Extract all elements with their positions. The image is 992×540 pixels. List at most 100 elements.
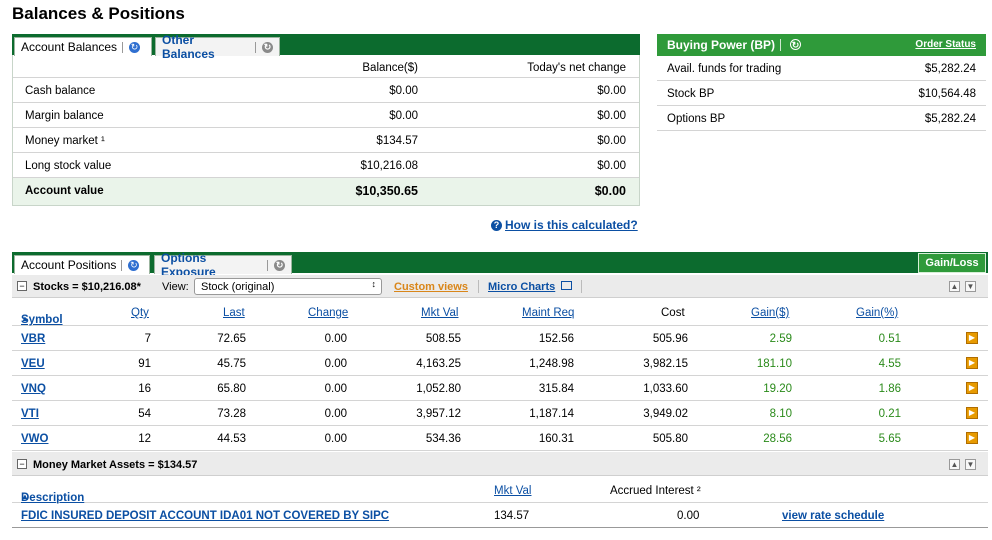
refresh-icon[interactable]: ↻ bbox=[274, 259, 286, 271]
cell-change: 0.00 bbox=[324, 433, 347, 445]
money-market-group-row: − Money Market Assets = $134.57 ▲ ▼ bbox=[12, 452, 988, 476]
refresh-icon[interactable]: ↻ bbox=[129, 41, 141, 53]
col-gain-dollar[interactable]: Gain($) bbox=[751, 307, 789, 319]
row-label: Account value bbox=[25, 185, 104, 197]
tab-divider bbox=[267, 259, 269, 271]
tab-account-positions[interactable]: Account Positions ↻ bbox=[14, 255, 150, 274]
row-change: $0.00 bbox=[597, 135, 626, 147]
cell-cost: 505.80 bbox=[652, 433, 688, 445]
page-title: Balances & Positions bbox=[12, 4, 185, 23]
mm-description-link[interactable]: FDIC INSURED DEPOSIT ACCOUNT IDA01 NOT C… bbox=[21, 510, 389, 522]
symbol-link[interactable]: VTI bbox=[21, 408, 39, 420]
balance-row-cash: Cash balance $0.00 $0.00 bbox=[13, 78, 639, 103]
symbol-link[interactable]: VNQ bbox=[21, 383, 46, 395]
bp-row-stock-bp: Stock BP $10,564.48 bbox=[657, 81, 986, 106]
refresh-icon[interactable]: ↻ bbox=[128, 259, 140, 271]
order-status-link[interactable]: Order Status bbox=[915, 39, 976, 50]
row-label: Margin balance bbox=[25, 110, 104, 122]
cell-qty: 16 bbox=[138, 383, 151, 395]
balances-panel: Account Balances ↻ Other Balances ↻ Bala… bbox=[12, 33, 640, 208]
col-mm-mkt-val[interactable]: Mkt Val bbox=[494, 485, 532, 497]
move-down-icon[interactable]: ▼ bbox=[965, 459, 976, 470]
move-up-icon[interactable]: ▲ bbox=[949, 281, 960, 292]
row-action-arrow-icon[interactable]: ▶ bbox=[966, 357, 978, 369]
col-maint-req[interactable]: Maint Req bbox=[522, 307, 574, 319]
symbol-link[interactable]: VBR bbox=[21, 333, 45, 345]
col-change[interactable]: Change bbox=[308, 307, 348, 319]
cell-qty: 7 bbox=[144, 333, 151, 345]
view-select[interactable]: Stock (original) ↕ bbox=[194, 278, 382, 295]
refresh-icon[interactable]: ↻ bbox=[262, 41, 273, 53]
stocks-group-label: Stocks = $10,216.08* bbox=[33, 281, 141, 293]
mm-cell-accrued: 0.00 bbox=[677, 510, 700, 522]
row-label: Avail. funds for trading bbox=[667, 63, 782, 75]
row-label: Long stock value bbox=[25, 160, 112, 172]
buying-power-panel: Buying Power (BP) ↻ Order Status Avail. … bbox=[657, 34, 986, 132]
row-balance: $10,216.08 bbox=[360, 160, 418, 172]
col-header-net-change: Today's net change bbox=[527, 62, 626, 74]
col-gain-percent[interactable]: Gain(%) bbox=[856, 307, 898, 319]
cell-gain-percent: 0.51 bbox=[878, 333, 901, 345]
cell-cost: 1,033.60 bbox=[643, 383, 688, 395]
row-action-arrow-icon[interactable]: ▶ bbox=[966, 407, 978, 419]
cell-gain-dollar: 8.10 bbox=[769, 408, 792, 420]
cell-gain-percent: 0.21 bbox=[878, 408, 901, 420]
row-action-arrow-icon[interactable]: ▶ bbox=[966, 332, 978, 344]
balance-row-money-market: Money market ¹ $134.57 $0.00 bbox=[13, 128, 639, 153]
balances-header-row: Balance($) Today's net change bbox=[13, 55, 639, 78]
view-rate-schedule-link[interactable]: view rate schedule bbox=[782, 510, 884, 522]
cell-mkt-val: 508.55 bbox=[425, 333, 461, 345]
stocks-group-row: − Stocks = $10,216.08* View: Stock (orig… bbox=[12, 275, 988, 298]
col-last[interactable]: Last bbox=[223, 307, 245, 319]
balances-tabbar: Account Balances ↻ Other Balances ↻ bbox=[12, 33, 640, 61]
cell-cost: 3,982.15 bbox=[643, 358, 688, 370]
collapse-icon[interactable]: − bbox=[17, 281, 27, 291]
cell-maint-req: 1,248.98 bbox=[529, 358, 574, 370]
cell-change: 0.00 bbox=[324, 358, 347, 370]
tab-other-balances[interactable]: Other Balances ↻ bbox=[155, 33, 280, 61]
money-market-row: FDIC INSURED DEPOSIT ACCOUNT IDA01 NOT C… bbox=[12, 503, 988, 528]
collapse-icon[interactable]: − bbox=[17, 459, 27, 469]
micro-charts-link[interactable]: Micro Charts bbox=[488, 281, 555, 293]
buying-power-header: Buying Power (BP) ↻ Order Status bbox=[657, 34, 986, 56]
col-qty[interactable]: Qty bbox=[131, 307, 149, 319]
col-mkt-val[interactable]: Mkt Val bbox=[421, 307, 459, 319]
cell-cost: 3,949.02 bbox=[643, 408, 688, 420]
bp-row-options-bp: Options BP $5,282.24 bbox=[657, 106, 986, 131]
tab-label: Account Positions bbox=[21, 258, 117, 272]
view-select-value: Stock (original) bbox=[201, 281, 275, 293]
group-divider bbox=[581, 280, 582, 293]
help-link[interactable]: ? How is this calculated? bbox=[491, 218, 638, 232]
symbol-link[interactable]: VEU bbox=[21, 358, 45, 370]
cell-qty: 12 bbox=[138, 433, 151, 445]
gain-loss-button[interactable]: Gain/Loss bbox=[918, 253, 986, 273]
tab-options-exposure[interactable]: Options Exposure ↻ bbox=[154, 251, 292, 279]
cell-gain-dollar: 28.56 bbox=[763, 433, 792, 445]
move-down-icon[interactable]: ▼ bbox=[965, 281, 976, 292]
row-label: Stock BP bbox=[667, 88, 715, 100]
cell-last: 73.28 bbox=[217, 408, 246, 420]
custom-views-link[interactable]: Custom views bbox=[394, 281, 468, 293]
cell-change: 0.00 bbox=[324, 383, 347, 395]
cell-maint-req: 152.56 bbox=[538, 333, 574, 345]
row-action-arrow-icon[interactable]: ▶ bbox=[966, 382, 978, 394]
cell-maint-req: 1,187.14 bbox=[529, 408, 574, 420]
cell-mkt-val: 3,957.12 bbox=[416, 408, 461, 420]
refresh-icon[interactable]: ↻ bbox=[790, 39, 801, 50]
move-up-icon[interactable]: ▲ bbox=[949, 459, 960, 470]
cell-gain-dollar: 181.10 bbox=[756, 358, 792, 370]
select-arrows-icon: ↕ bbox=[371, 279, 377, 289]
col-cost: Cost bbox=[661, 307, 685, 319]
row-action-arrow-icon[interactable]: ▶ bbox=[966, 432, 978, 444]
sort-asc-icon: ▲ bbox=[21, 314, 29, 323]
cell-gain-percent: 1.86 bbox=[878, 383, 901, 395]
cell-change: 0.00 bbox=[324, 333, 347, 345]
cell-qty: 91 bbox=[138, 358, 151, 370]
cell-change: 0.00 bbox=[324, 408, 347, 420]
tab-account-balances[interactable]: Account Balances ↻ bbox=[14, 37, 152, 56]
symbol-link[interactable]: VWO bbox=[21, 433, 48, 445]
chart-window-icon[interactable] bbox=[561, 281, 572, 290]
positions-header-row: Symbol ▲ Qty Last Change Mkt Val Maint R… bbox=[12, 300, 988, 326]
cell-cost: 505.96 bbox=[652, 333, 688, 345]
help-icon: ? bbox=[491, 219, 502, 231]
